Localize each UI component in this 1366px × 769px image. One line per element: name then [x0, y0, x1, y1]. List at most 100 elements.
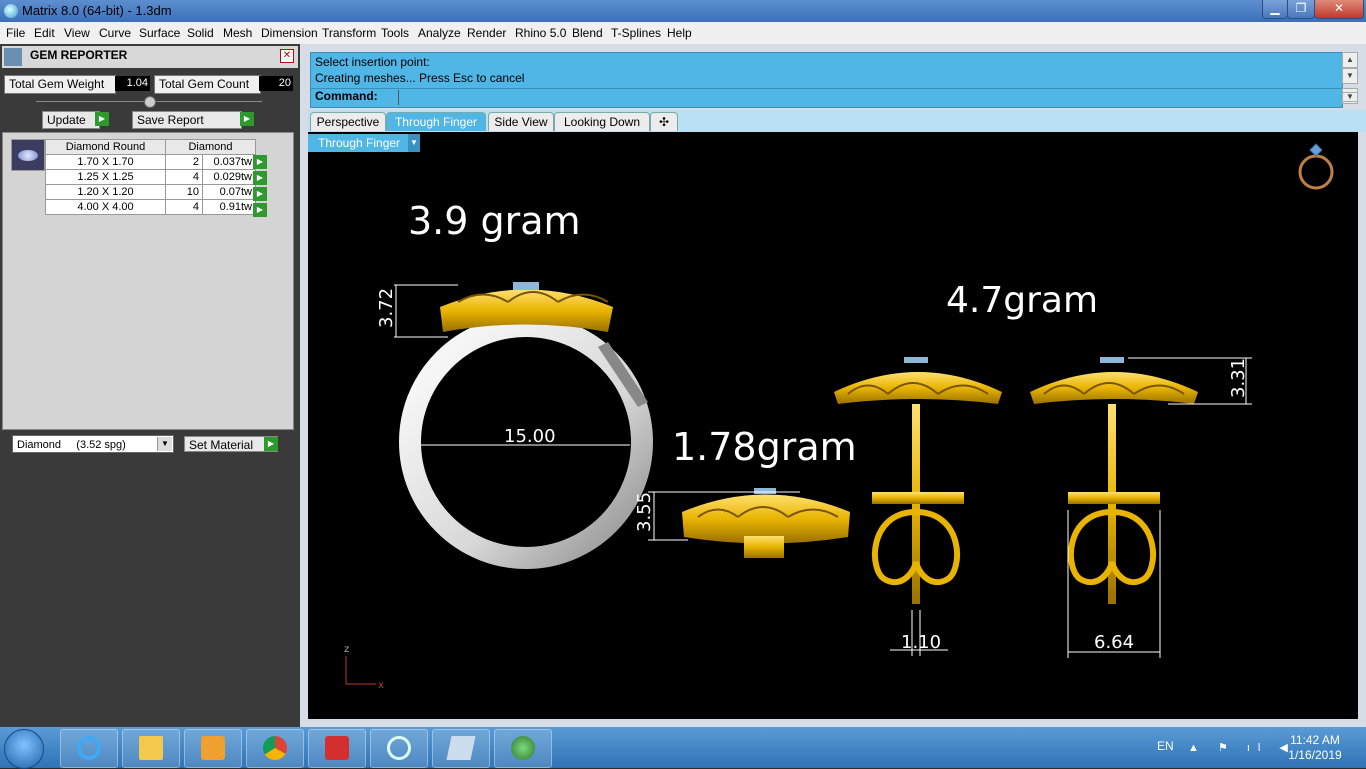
ring-navigator-icon[interactable] — [1298, 143, 1334, 190]
menu-solid[interactable]: Solid — [187, 26, 214, 40]
clock[interactable]: 11:42 AM 1/16/2019 — [1280, 733, 1350, 763]
menu-blend[interactable]: Blend — [572, 26, 603, 40]
gem-size: 4.00 X 4.00 — [45, 199, 166, 215]
tab-through-finger[interactable]: Through Finger — [386, 112, 486, 131]
gem-table-header: Diamond Round Diamond — [45, 139, 256, 155]
gem-weight: 0.07tw — [202, 184, 256, 200]
viewport[interactable]: 3.9 gram 4.7gram 1.78gram 3.72 15.00 3.5… — [308, 132, 1358, 719]
gem-reporter-title: GEM REPORTER — [30, 48, 128, 62]
tab-side-view[interactable]: Side View — [488, 112, 554, 131]
column-diamond-round: Diamond Round — [45, 139, 166, 155]
gem-count: 10 — [165, 184, 203, 200]
taskbar: EN ▲ ⚑ ıl ◀ 11:42 AM 1/16/2019 — [0, 727, 1366, 769]
media-player-button[interactable] — [184, 729, 242, 768]
garena-button[interactable] — [308, 729, 366, 768]
scroll-down-icon[interactable]: ▼ — [1342, 68, 1358, 84]
scroll-up-icon[interactable]: ▲ — [1342, 52, 1358, 68]
chevron-down-icon[interactable]: ▼ — [157, 437, 172, 451]
start-button[interactable] — [4, 729, 44, 769]
save-report-button[interactable]: Save Report — [132, 111, 242, 129]
ring-inner-dimension: 15.00 — [504, 426, 556, 447]
scroll-down-icon[interactable]: ▼ — [1342, 92, 1358, 102]
menu-file[interactable]: File — [6, 26, 25, 40]
update-button[interactable]: Update — [42, 111, 100, 129]
viewport-scene: 3.9 gram 4.7gram 1.78gram 3.72 15.00 3.5… — [344, 143, 1334, 691]
menu-surface[interactable]: Surface — [139, 26, 180, 40]
file-explorer-button[interactable] — [122, 729, 180, 768]
gem-reporter-panel: GEM REPORTER ✕ Total Gem Weight 1.04 Tot… — [0, 44, 300, 727]
small-weight-label: 1.78gram — [672, 425, 857, 469]
tab-perspective[interactable]: Perspective — [310, 112, 386, 131]
menu-mesh[interactable]: Mesh — [223, 26, 252, 40]
menu-help[interactable]: Help — [667, 26, 692, 40]
save-report-label: Save Report — [137, 113, 204, 127]
menu-edit[interactable]: Edit — [34, 26, 55, 40]
clock-time: 11:42 AM — [1290, 733, 1340, 747]
side-stud-model — [682, 488, 850, 558]
menu-dimension[interactable]: Dimension — [261, 26, 318, 40]
matrix-taskbar-button[interactable] — [370, 729, 428, 768]
command-input[interactable] — [398, 90, 1337, 105]
internet-explorer-icon — [77, 736, 101, 760]
menu-tools[interactable]: Tools — [381, 26, 409, 40]
gem-count: 4 — [165, 199, 203, 215]
language-indicator[interactable]: EN — [1157, 739, 1174, 753]
table-row[interactable]: 1.20 X 1.20 10 0.07tw — [45, 184, 256, 200]
menu-curve[interactable]: Curve — [99, 26, 131, 40]
row-select-arrow-icon[interactable]: ▶ — [253, 187, 267, 201]
earring-model-right — [1030, 357, 1198, 604]
chevron-down-icon[interactable]: ▼ — [408, 134, 420, 152]
command-divider — [311, 88, 1342, 89]
row-select-arrow-icon[interactable]: ▶ — [253, 155, 267, 169]
gem-count: 2 — [165, 154, 203, 170]
update-arrow-icon[interactable]: ▶ — [95, 112, 109, 126]
gem-size: 1.20 X 1.20 — [45, 184, 166, 200]
close-panel-icon[interactable]: ✕ — [280, 49, 294, 63]
earring-height-dimension: 3.31 — [1228, 358, 1249, 398]
clock-date: 1/16/2019 — [1288, 748, 1342, 762]
menu-rhino[interactable]: Rhino 5.0 — [515, 26, 566, 40]
viewport-tabs: Perspective Through Finger Side View Loo… — [308, 110, 1366, 132]
material-select[interactable]: Diamond (3.52 spg) ▼ — [12, 435, 174, 453]
table-row[interactable]: 1.25 X 1.25 4 0.029tw — [45, 169, 256, 185]
viewport-name-dropdown[interactable]: Through Finger ▼ — [308, 134, 420, 152]
save-report-arrow-icon[interactable]: ▶ — [240, 112, 254, 126]
notes-button[interactable] — [432, 729, 490, 768]
table-row[interactable]: 4.00 X 4.00 4 0.91tw — [45, 199, 256, 215]
garena-icon — [325, 736, 349, 760]
ring-weight-label: 3.9 gram — [408, 199, 581, 243]
gem-size: 1.70 X 1.70 — [45, 154, 166, 170]
menu-tsplines[interactable]: T-Splines — [611, 26, 661, 40]
collapse-handle-icon[interactable] — [144, 96, 156, 108]
title-bar: Matrix 8.0 (64-bit) - 1.3dm ▁ ❐ ✕ — [0, 0, 1366, 22]
gem-reporter-icon — [4, 48, 22, 66]
ring-height-dimension: 3.72 — [376, 288, 397, 328]
menu-view[interactable]: View — [64, 26, 90, 40]
add-tab-icon[interactable]: ✣ — [650, 112, 678, 131]
earring-weight-label: 4.7gram — [946, 280, 1098, 321]
menu-analyze[interactable]: Analyze — [418, 26, 461, 40]
set-material-arrow-icon[interactable]: ▶ — [264, 437, 278, 451]
window-title: Matrix 8.0 (64-bit) - 1.3dm — [22, 3, 172, 18]
axis-indicator: z x — [344, 644, 384, 691]
minimize-button[interactable]: ▁ — [1262, 0, 1288, 19]
maximize-button[interactable]: ❐ — [1287, 0, 1315, 19]
axis-x-label: x — [378, 680, 384, 691]
command-history-line: Creating meshes... Press Esc to cancel — [315, 71, 525, 85]
gem-weight: 0.037tw — [202, 154, 256, 170]
menu-transform[interactable]: Transform — [322, 26, 376, 40]
row-select-arrow-icon[interactable]: ▶ — [253, 203, 267, 217]
command-history-line: Select insertion point: — [315, 55, 430, 69]
main-area: Select insertion point: Creating meshes.… — [300, 44, 1366, 727]
table-row[interactable]: 1.70 X 1.70 2 0.037tw — [45, 154, 256, 170]
axis-z-label: z — [344, 644, 349, 655]
close-button[interactable]: ✕ — [1314, 0, 1364, 19]
chrome-button[interactable] — [246, 729, 304, 768]
gem-table: Diamond Round Diamond 1.70 X 1.70 2 0.03… — [45, 139, 256, 215]
internet-explorer-button[interactable] — [60, 729, 118, 768]
row-select-arrow-icon[interactable]: ▶ — [253, 171, 267, 185]
network-app-button[interactable] — [494, 729, 552, 768]
gem-reporter-header: GEM REPORTER ✕ — [2, 46, 298, 68]
menu-render[interactable]: Render — [467, 26, 506, 40]
tab-looking-down[interactable]: Looking Down — [554, 112, 650, 131]
